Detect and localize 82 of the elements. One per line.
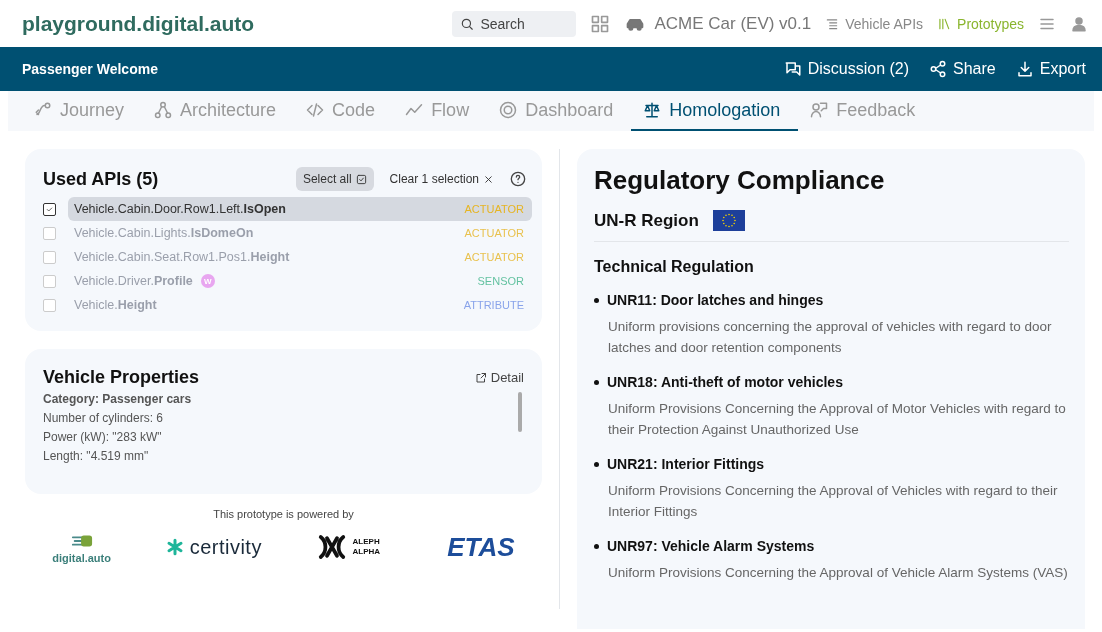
checkbox[interactable] [43,202,56,216]
powered-by-caption: This prototype is powered by [213,508,354,520]
region-title: UN-R Region [594,210,699,231]
nav-link[interactable]: Prototypes [937,15,1024,32]
regulation-title: UNR18: Anti-theft of motor vehicles [607,374,843,390]
regulation-title: UNR21: Interior Fittings [607,456,765,472]
regulation-description: Uniform Provisions Concerning the Approval of Vehicle Alarm Systems (VAS) [607,564,1069,582]
category-text: Category: Passenger cars [43,392,193,406]
code-icon [306,101,325,119]
asterisk-icon [165,538,184,556]
property-text: Power (kW): "283 kW" [43,430,163,444]
gauge-icon [499,101,518,119]
api-row[interactable]: Vehicle.Height ATTRIBUTE [68,293,532,317]
api-type: ACTUATOR [464,203,524,215]
regulation-description: Uniform provisions concerning the approval of vehicles with regard to door latches and door retention components [607,318,1053,357]
tab[interactable]: Architecture [142,91,295,131]
tab[interactable]: Journey [22,91,143,131]
scale-icon [643,101,662,119]
regulation-description: Uniform Provisions Concerning the Approval of Vehicles with regard to their Interior Fittings [607,482,1059,521]
action-link[interactable]: Discussion (2) [807,60,910,78]
regulation-title: UNR97: Vehicle Alarm Systems [607,538,815,554]
list-icon [825,16,840,31]
partner-logo: ETAS [447,531,515,563]
section-title: Technical Regulation [594,258,755,276]
property-text: Length: "4.519 mm" [43,449,150,463]
feedback-icon [810,101,829,119]
wishlist-badge: W [200,274,215,288]
detail-link[interactable]: Detail [474,370,524,385]
flag-icon [712,210,745,231]
download-icon [1015,60,1034,78]
user-icon [1070,14,1088,33]
chat-icon [783,60,802,78]
regulation-description: Uniform Provisions Concerning the Approval of Motor Vehicles with regard to their Protection Against Unauthorized Use [607,400,1067,439]
api-type: ATTRIBUTE [463,299,524,311]
app-logo[interactable]: playground.digital.auto [22,11,255,36]
api-row[interactable]: Vehicle.Driver.Profile W SENSOR [68,269,532,293]
regulation-title: UNR11: Door latches and hinges [607,292,824,308]
bullet-icon [594,461,599,467]
action-link[interactable]: Share [953,60,996,78]
api-type: ACTUATOR [464,251,524,263]
partner-logo: digital.auto [52,552,111,564]
model-name[interactable]: ACME Car (EV) v0.1 [654,13,812,34]
network-icon [154,101,173,119]
help-icon [510,171,526,187]
api-path: Vehicle.Cabin.Seat.Row1.Pos1.Height [74,250,290,264]
prototype-title: Passenger Welcome [22,61,158,77]
tab[interactable]: Code [294,91,394,131]
search-icon [460,16,475,31]
tab[interactable]: Feedback [798,91,934,131]
property-text: Number of cylinders: 6 [43,411,165,425]
api-path: Vehicle.Driver.Profile [74,274,193,288]
bullet-icon [594,379,599,385]
bars-icon [937,16,952,31]
aleph-mark-icon [316,532,347,562]
external-link-icon [474,371,487,384]
share-icon [929,60,948,78]
api-type: ACTUATOR [464,227,524,239]
action-link[interactable]: Export [1039,60,1086,78]
api-path: Vehicle.Height [74,298,157,312]
api-row[interactable]: Vehicle.Cabin.Seat.Row1.Pos1.Height ACTUATOR [68,245,532,269]
api-type: SENSOR [477,275,524,287]
bullet-icon [594,297,599,303]
api-path: Vehicle.Cabin.Lights.IsDomeOn [74,226,254,240]
partner-logo: certivity [189,535,262,559]
panel-title: Regulatory Compliance [594,165,886,196]
card-title: Vehicle Properties [43,367,200,388]
nav-link[interactable]: Vehicle APIs [825,15,924,32]
bullet-icon [594,543,599,549]
tab[interactable]: Homologation [631,91,799,131]
check-icon [45,204,54,214]
close-icon [483,173,494,185]
select-all-button[interactable]: Select all [295,167,374,191]
api-row[interactable]: Vehicle.Cabin.Lights.IsDomeOn ACTUATOR [68,221,532,245]
api-path: Vehicle.Cabin.Door.Row1.Left.IsOpen [74,202,286,216]
search-field[interactable]: Search [452,10,577,37]
api-row[interactable]: Vehicle.Cabin.Door.Row1.Left.IsOpen ACTUATOR [68,197,532,221]
partner-logo: ALEPH ALPHA [352,537,382,557]
clear-selection-button[interactable]: Clear 1 selection [383,171,500,187]
checkbox-icon [355,173,367,185]
card-title: Used APIs (5) [43,168,159,190]
tab[interactable]: Flow [393,91,488,131]
tab[interactable]: Dashboard [487,91,632,131]
